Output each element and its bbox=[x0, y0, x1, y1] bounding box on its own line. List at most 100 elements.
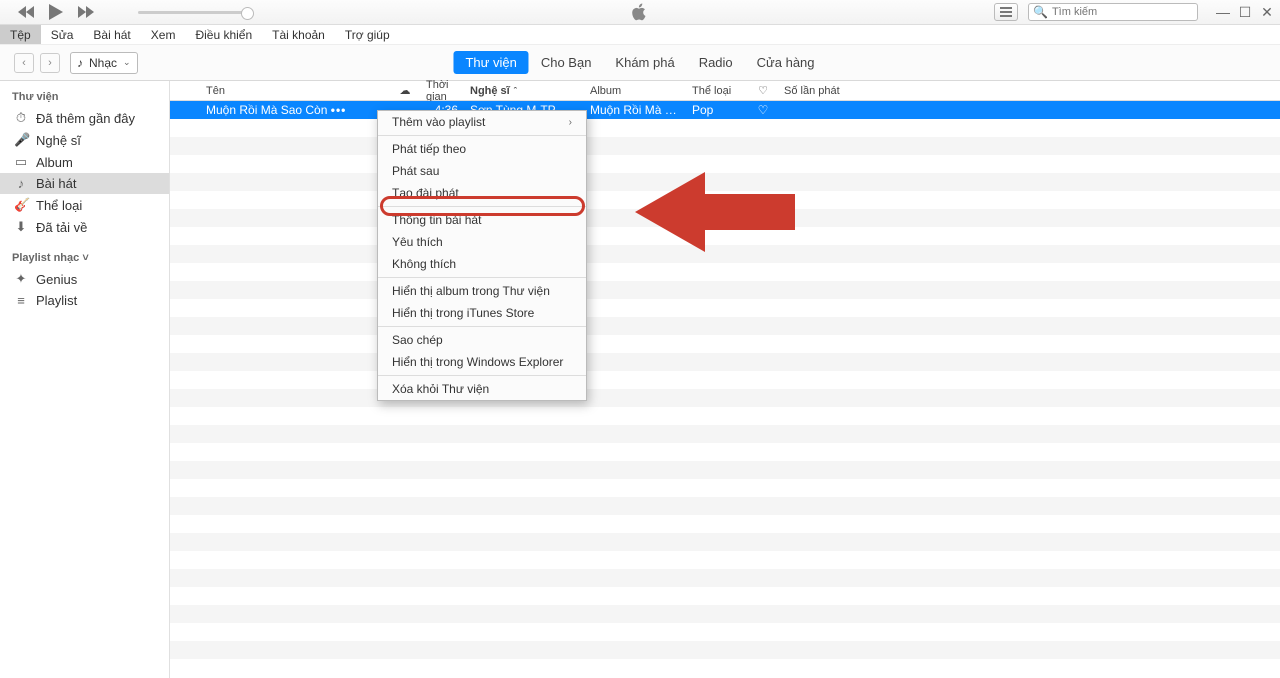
list-view-button[interactable] bbox=[994, 3, 1018, 21]
empty-row bbox=[170, 569, 1280, 587]
ctx-dislike[interactable]: Không thích bbox=[378, 253, 586, 275]
more-dots-icon[interactable]: ••• bbox=[331, 103, 347, 117]
empty-row bbox=[170, 209, 1280, 227]
note-icon: ♪ bbox=[14, 176, 28, 191]
ctx-separator bbox=[378, 277, 586, 278]
column-checkbox[interactable] bbox=[170, 81, 200, 100]
menu-view[interactable]: Xem bbox=[141, 25, 186, 44]
menu-help[interactable]: Trợ giúp bbox=[335, 25, 400, 44]
back-button[interactable]: ‹ bbox=[14, 53, 34, 73]
search-box[interactable]: 🔍 bbox=[1028, 3, 1198, 21]
ctx-separator bbox=[378, 375, 586, 376]
ctx-play-later[interactable]: Phát sau bbox=[378, 160, 586, 182]
sidebar-item-label: Bài hát bbox=[36, 176, 76, 191]
nav-row: ‹ › ♪ Nhạc ⌄ Thư viện Cho Bạn Khám phá R… bbox=[0, 45, 1280, 81]
clock-icon: ⏱ bbox=[14, 110, 28, 126]
ctx-delete-from-library[interactable]: Xóa khỏi Thư viện bbox=[378, 378, 586, 400]
media-type-label: Nhạc bbox=[89, 56, 117, 70]
empty-row bbox=[170, 389, 1280, 407]
content: Tên ☁ Thời gian Nghệ sĩˆ Album Thể loại … bbox=[170, 81, 1280, 678]
menu-account[interactable]: Tài khoản bbox=[262, 25, 335, 44]
empty-row bbox=[170, 245, 1280, 263]
ctx-show-in-explorer[interactable]: Hiển thị trong Windows Explorer bbox=[378, 351, 586, 373]
sidebar-item-recently-added[interactable]: ⏱Đã thêm gần đây bbox=[0, 107, 169, 129]
empty-row bbox=[170, 605, 1280, 623]
ctx-love[interactable]: Yêu thích bbox=[378, 231, 586, 253]
sidebar-item-label: Playlist bbox=[36, 293, 77, 308]
empty-row bbox=[170, 587, 1280, 605]
nav-arrows: ‹ › bbox=[0, 53, 60, 73]
row-heart-cell[interactable]: ♡ bbox=[748, 103, 778, 117]
ctx-create-station[interactable]: Tạo đài phát bbox=[378, 182, 586, 204]
column-cloud[interactable]: ☁ bbox=[390, 81, 420, 100]
row-genre-cell: Pop bbox=[686, 103, 748, 117]
sidebar-item-label: Đã tải về bbox=[36, 220, 87, 235]
empty-row bbox=[170, 299, 1280, 317]
empty-row bbox=[170, 641, 1280, 659]
guitar-icon: 🎸 bbox=[14, 197, 28, 213]
search-icon: 🔍 bbox=[1033, 5, 1048, 19]
empty-row bbox=[170, 263, 1280, 281]
mic-icon: 🎤 bbox=[14, 132, 28, 148]
apple-logo-icon bbox=[632, 3, 648, 21]
ctx-play-next[interactable]: Phát tiếp theo bbox=[378, 138, 586, 160]
empty-row bbox=[170, 425, 1280, 443]
column-love[interactable]: ♡ bbox=[748, 81, 778, 100]
menu-bar: Tệp Sửa Bài hát Xem Điều khiển Tài khoản… bbox=[0, 25, 1280, 45]
ctx-add-to-playlist[interactable]: Thêm vào playlist› bbox=[378, 111, 586, 133]
sidebar-item-downloaded[interactable]: ⬇ Đã tải về bbox=[0, 216, 169, 238]
tab-store[interactable]: Cửa hàng bbox=[745, 51, 827, 74]
empty-row bbox=[170, 479, 1280, 497]
sidebar-item-songs[interactable]: ♪ Bài hát bbox=[0, 173, 169, 194]
next-button[interactable] bbox=[78, 4, 94, 20]
album-icon: ▭ bbox=[14, 154, 28, 170]
sort-indicator-icon: ˆ bbox=[514, 86, 517, 96]
column-album[interactable]: Album bbox=[584, 81, 686, 100]
empty-row bbox=[170, 533, 1280, 551]
sidebar-item-genius[interactable]: ✦Genius bbox=[0, 268, 169, 290]
column-genre[interactable]: Thể loại bbox=[686, 81, 748, 100]
sidebar-item-albums[interactable]: ▭Album bbox=[0, 151, 169, 173]
menu-edit[interactable]: Sửa bbox=[41, 25, 84, 44]
sidebar-item-artists[interactable]: 🎤Nghệ sĩ bbox=[0, 129, 169, 151]
ctx-show-in-store[interactable]: Hiển thị trong iTunes Store bbox=[378, 302, 586, 324]
column-time[interactable]: Thời gian bbox=[420, 81, 464, 100]
media-type-select[interactable]: ♪ Nhạc ⌄ bbox=[70, 52, 138, 74]
volume-slider[interactable] bbox=[138, 11, 248, 14]
column-plays[interactable]: Số lần phát bbox=[778, 81, 858, 100]
sidebar-item-genres[interactable]: 🎸Thể loại bbox=[0, 194, 169, 216]
chevron-down-icon[interactable]: ˅ bbox=[79, 252, 88, 264]
ctx-show-in-library[interactable]: Hiển thị album trong Thư viện bbox=[378, 280, 586, 302]
ctx-copy[interactable]: Sao chép bbox=[378, 329, 586, 351]
search-input[interactable] bbox=[1052, 6, 1193, 18]
ctx-song-info[interactable]: Thông tin bài hát bbox=[378, 209, 586, 231]
chevron-updown-icon: ⌄ bbox=[123, 57, 131, 68]
menu-controls[interactable]: Điều khiển bbox=[185, 25, 262, 44]
close-button[interactable]: ✕ bbox=[1260, 4, 1274, 21]
tab-browse[interactable]: Khám phá bbox=[603, 51, 686, 74]
empty-row bbox=[170, 137, 1280, 155]
column-artist[interactable]: Nghệ sĩˆ bbox=[464, 81, 584, 100]
forward-button[interactable]: › bbox=[40, 53, 60, 73]
empty-row bbox=[170, 515, 1280, 533]
tab-for-you[interactable]: Cho Bạn bbox=[529, 51, 604, 74]
sidebar-header-playlists: Playlist nhạc ˅ bbox=[0, 248, 169, 268]
song-row-selected[interactable]: Muộn Rồi Mà Sao Còn ••• 4:36 Sơn Tùng M-… bbox=[170, 101, 1280, 119]
ctx-separator bbox=[378, 326, 586, 327]
tab-radio[interactable]: Radio bbox=[687, 51, 745, 74]
minimize-button[interactable]: — bbox=[1216, 4, 1230, 21]
play-button[interactable] bbox=[48, 4, 64, 20]
empty-row bbox=[170, 371, 1280, 389]
column-name[interactable]: Tên bbox=[200, 81, 390, 100]
ctx-separator bbox=[378, 135, 586, 136]
menu-song[interactable]: Bài hát bbox=[83, 25, 140, 44]
ctx-separator bbox=[378, 206, 586, 207]
maximize-button[interactable]: ☐ bbox=[1238, 4, 1252, 21]
previous-button[interactable] bbox=[18, 4, 34, 20]
empty-row bbox=[170, 227, 1280, 245]
menu-file[interactable]: Tệp bbox=[0, 25, 41, 44]
sidebar-item-playlist[interactable]: ≡Playlist bbox=[0, 290, 169, 311]
empty-row bbox=[170, 623, 1280, 641]
tab-library[interactable]: Thư viện bbox=[453, 51, 528, 74]
download-icon: ⬇ bbox=[14, 219, 28, 235]
